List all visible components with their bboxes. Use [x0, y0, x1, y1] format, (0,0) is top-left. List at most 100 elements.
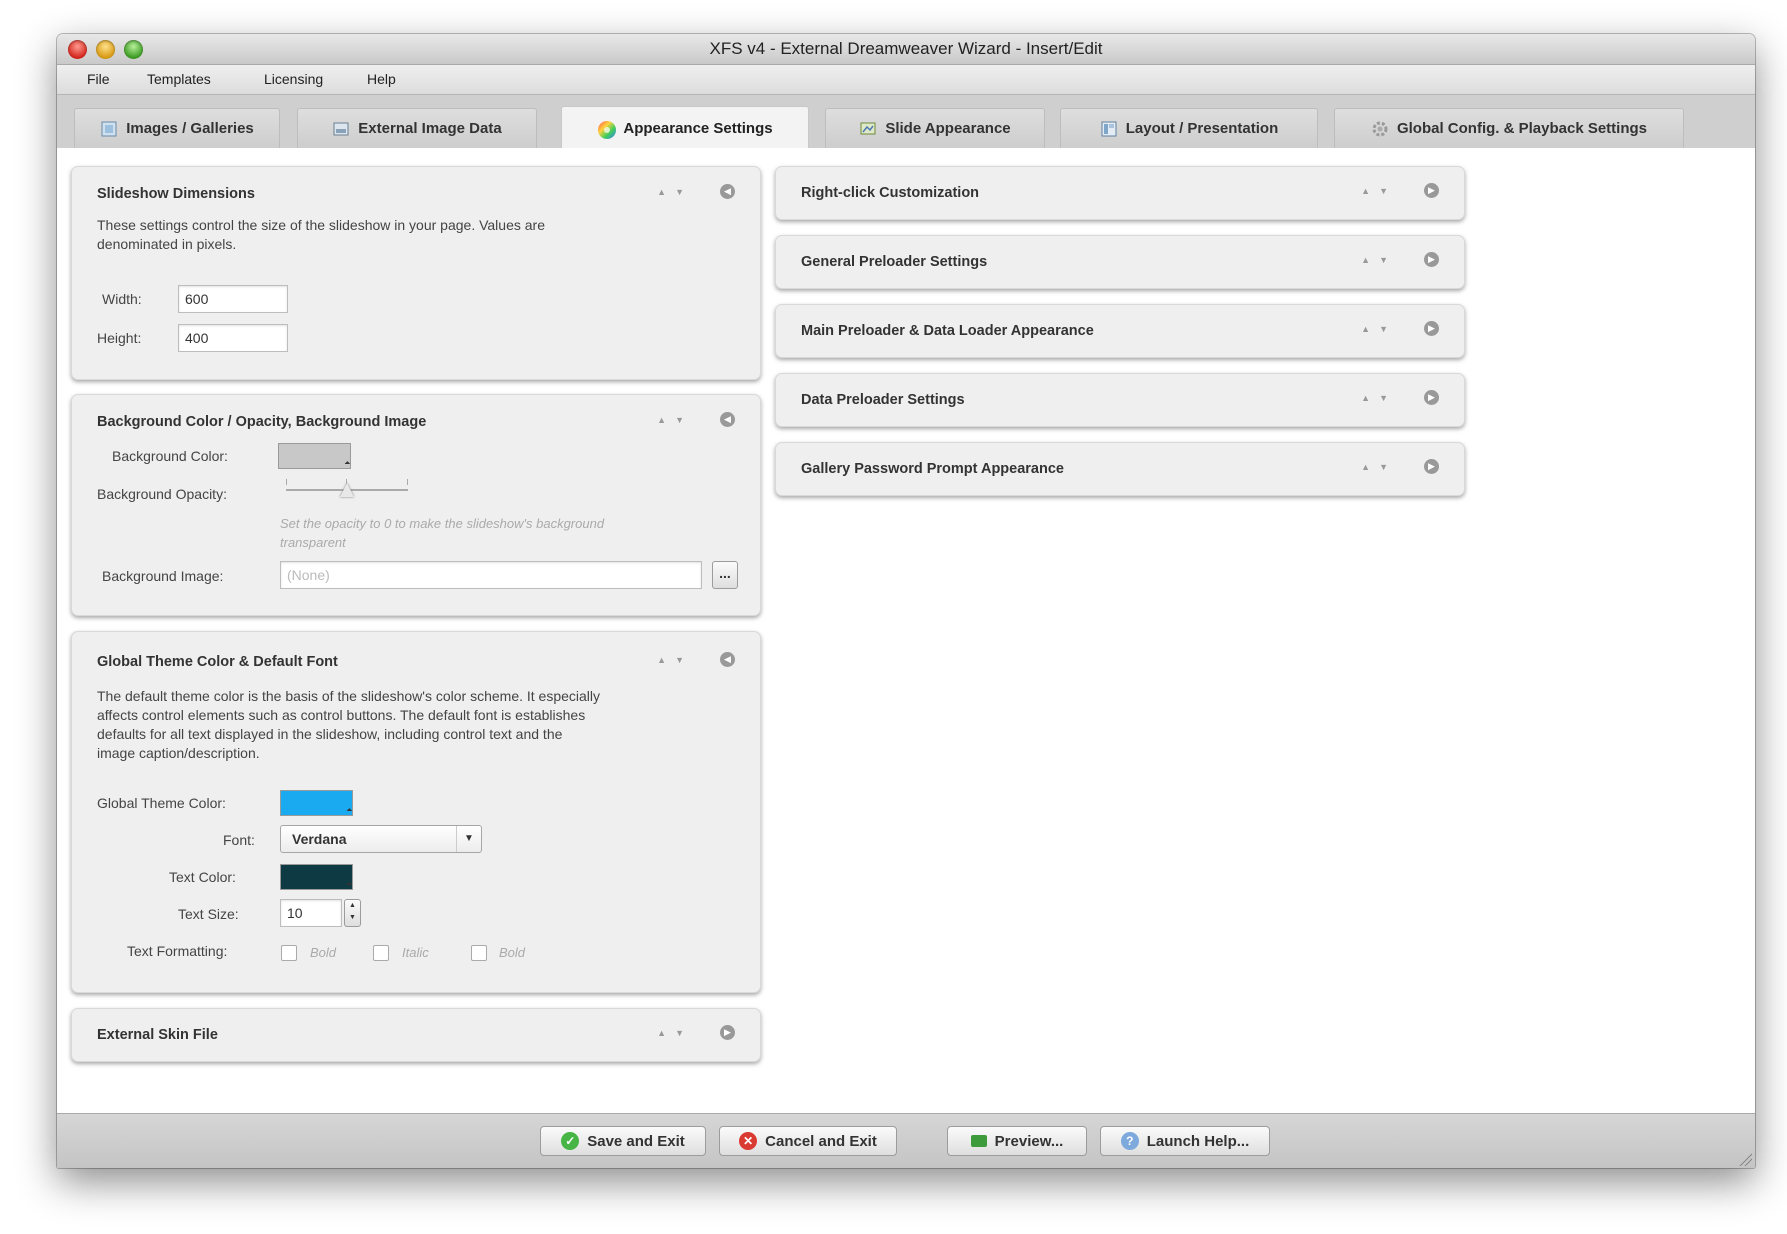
collapse-icon[interactable]: ◀ [720, 412, 735, 427]
tab-images-galleries[interactable]: Images / Galleries [74, 108, 280, 148]
panel-main-preloader: Main Preloader & Data Loader Appearance … [775, 304, 1465, 358]
width-input[interactable]: 600 [178, 285, 288, 313]
move-up-icon[interactable]: ▲ [657, 187, 666, 197]
expand-icon[interactable]: ▶ [1424, 459, 1439, 474]
tab-label: Slide Appearance [885, 120, 1011, 137]
expand-icon[interactable]: ▶ [1424, 183, 1439, 198]
text-size-stepper[interactable]: ▲ ▼ [344, 899, 361, 927]
panel-gallery-password-prompt: Gallery Password Prompt Appearance ▲ ▼ ▶ [775, 442, 1465, 496]
tab-label: Layout / Presentation [1125, 120, 1279, 137]
text-size-label: Text Size: [178, 906, 239, 922]
resize-grip-icon[interactable] [1738, 1152, 1752, 1166]
move-up-icon[interactable]: ▲ [1361, 462, 1370, 472]
panel-description-line: denominated in pixels. [97, 236, 237, 252]
panel-right-click-customization: Right-click Customization ▲ ▼ ▶ [775, 166, 1465, 220]
move-up-icon[interactable]: ▲ [657, 655, 666, 665]
slide-icon [859, 120, 877, 138]
expand-icon[interactable]: ▶ [1424, 390, 1439, 405]
tab-slide-appearance[interactable]: Slide Appearance [825, 108, 1045, 148]
height-input[interactable]: 400 [178, 324, 288, 352]
move-up-icon[interactable]: ▲ [1361, 324, 1370, 334]
save-and-exit-button[interactable]: ✓ Save and Exit [540, 1126, 706, 1156]
background-color-picker[interactable] [278, 443, 351, 469]
opacity-hint: transparent [280, 535, 346, 550]
tab-external-image-data[interactable]: External Image Data [297, 108, 537, 148]
gear-icon [1371, 120, 1389, 138]
window-title: XFS v4 - External Dreamweaver Wizard - I… [709, 39, 1103, 58]
launch-help-button[interactable]: ? Launch Help... [1100, 1126, 1270, 1156]
move-up-icon[interactable]: ▲ [1361, 393, 1370, 403]
menu-templates[interactable]: Templates [147, 71, 211, 87]
tab-label: External Image Data [358, 120, 502, 137]
move-down-icon[interactable]: ▼ [1379, 324, 1388, 334]
font-select[interactable]: Verdana ▼ [280, 825, 482, 853]
background-opacity-label: Background Opacity: [97, 486, 227, 502]
font-select-value: Verdana [292, 831, 347, 847]
panel-title: Slideshow Dimensions [97, 186, 255, 202]
panel-title: Right-click Customization [801, 185, 980, 201]
panel-title: Data Preloader Settings [801, 392, 965, 408]
checkmark-icon: ✓ [561, 1132, 580, 1150]
browse-button[interactable]: ... [712, 561, 738, 589]
move-down-icon[interactable]: ▼ [675, 187, 684, 197]
chevron-down-icon: ▼ [456, 826, 481, 852]
text-color-picker[interactable] [280, 864, 353, 890]
expand-icon[interactable]: ▶ [1424, 252, 1439, 267]
move-down-icon[interactable]: ▼ [1379, 462, 1388, 472]
panel-title: Background Color / Opacity, Background I… [97, 414, 427, 430]
help-label: Launch Help... [1146, 1132, 1250, 1150]
cancel-and-exit-button[interactable]: ✕ Cancel and Exit [719, 1126, 897, 1156]
panel-title: Gallery Password Prompt Appearance [801, 461, 1064, 477]
move-up-icon[interactable]: ▲ [1361, 255, 1370, 265]
slider-thumb[interactable] [340, 483, 354, 497]
tab-label: Images / Galleries [126, 120, 254, 137]
tab-global-config-playback[interactable]: Global Config. & Playback Settings [1334, 108, 1684, 148]
panel-description-line: These settings control the size of the s… [97, 217, 545, 233]
menu-licensing[interactable]: Licensing [264, 71, 323, 87]
preview-label: Preview... [994, 1132, 1064, 1150]
font-label: Font: [223, 832, 255, 848]
tab-appearance-settings[interactable]: Appearance Settings [561, 106, 809, 150]
preview-button[interactable]: Preview... [947, 1126, 1087, 1156]
menu-help[interactable]: Help [367, 71, 396, 87]
bold-checkbox-2-label: Bold [499, 945, 526, 960]
panel-controls: ▲ ▼ ▶ [657, 1025, 735, 1040]
menu-file[interactable]: File [87, 71, 110, 87]
collapse-icon[interactable]: ◀ [720, 652, 735, 667]
height-label: Height: [97, 330, 142, 346]
panel-title: General Preloader Settings [801, 254, 988, 270]
italic-checkbox[interactable] [373, 945, 389, 961]
move-up-icon[interactable]: ▲ [657, 415, 666, 425]
move-down-icon[interactable]: ▼ [675, 655, 684, 665]
expand-icon[interactable]: ▶ [720, 1025, 735, 1040]
panel-description-line: defaults for all text displayed in the s… [97, 726, 563, 742]
move-up-icon[interactable]: ▲ [657, 1028, 666, 1038]
opacity-hint: Set the opacity to 0 to make the slidesh… [280, 516, 605, 531]
bold-checkbox[interactable] [281, 945, 297, 961]
bold-checkbox-2[interactable] [471, 945, 487, 961]
background-image-input[interactable]: (None) [280, 561, 702, 589]
move-down-icon[interactable]: ▼ [1379, 186, 1388, 196]
panel-controls: ▲ ▼ ▶ [1361, 183, 1439, 198]
text-size-input[interactable]: 10 [280, 899, 342, 927]
decrement-icon[interactable]: ▼ [345, 912, 360, 924]
panel-controls: ▲ ▼ ▶ [1361, 321, 1439, 336]
tab-layout-presentation[interactable]: Layout / Presentation [1060, 108, 1318, 148]
layout-icon [1100, 120, 1118, 138]
move-up-icon[interactable]: ▲ [1361, 186, 1370, 196]
move-down-icon[interactable]: ▼ [675, 1028, 684, 1038]
background-opacity-slider[interactable] [286, 475, 408, 501]
expand-icon[interactable]: ▶ [1424, 321, 1439, 336]
move-down-icon[interactable]: ▼ [1379, 393, 1388, 403]
panel-controls: ▲ ▼ ◀ [657, 652, 735, 667]
panel-controls: ▲ ▼ ◀ [657, 184, 735, 199]
text-formatting-label: Text Formatting: [127, 943, 228, 959]
theme-color-picker[interactable] [280, 790, 353, 816]
collapse-icon[interactable]: ◀ [720, 184, 735, 199]
move-down-icon[interactable]: ▼ [1379, 255, 1388, 265]
panel-description-line: image caption/description. [97, 745, 260, 761]
help-icon: ? [1120, 1132, 1139, 1150]
move-down-icon[interactable]: ▼ [675, 415, 684, 425]
panel-global-theme: Global Theme Color & Default Font ▲ ▼ ◀ … [71, 631, 761, 993]
increment-icon[interactable]: ▲ [345, 900, 360, 912]
